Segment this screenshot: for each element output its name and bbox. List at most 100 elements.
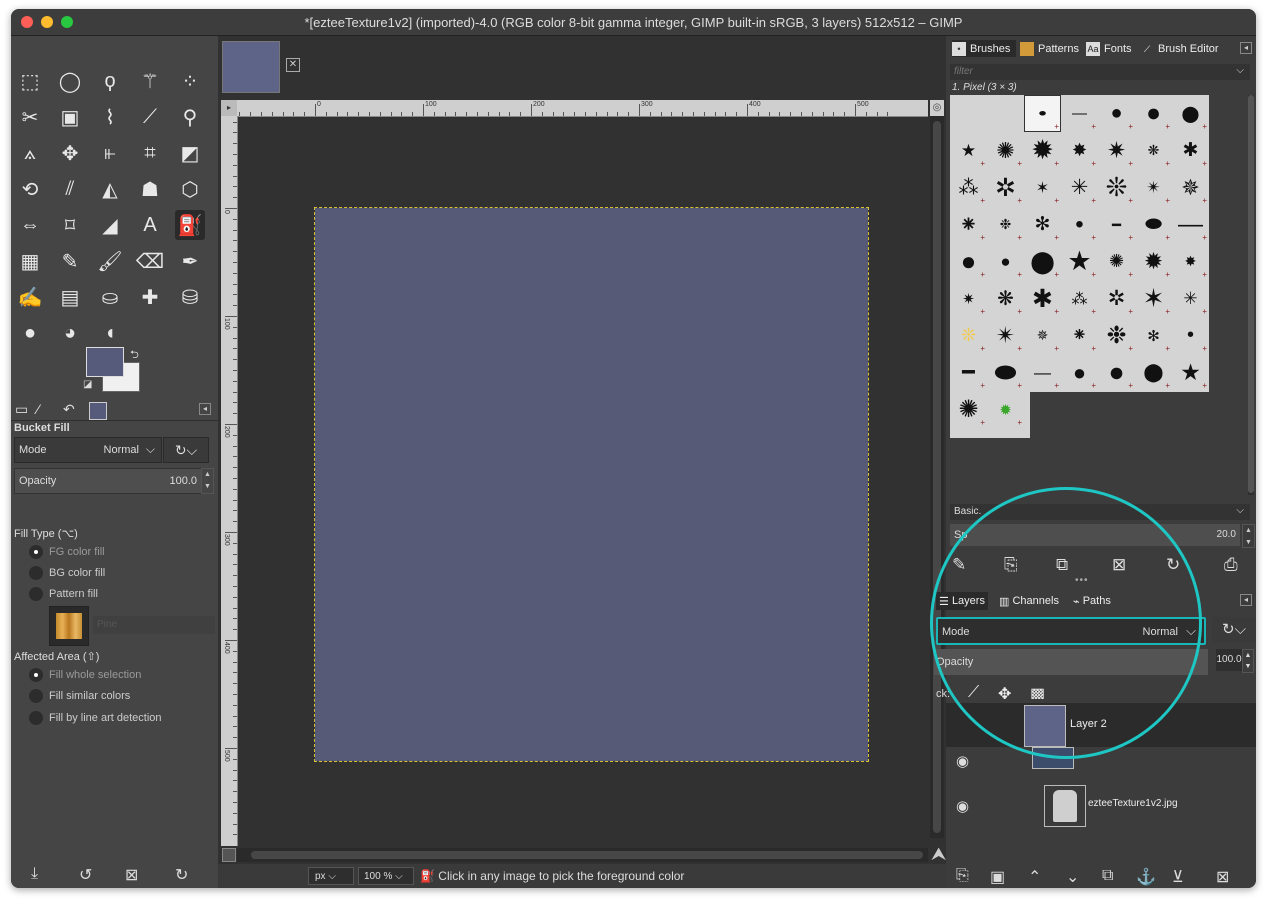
- horizontal-scrollbar[interactable]: [237, 848, 928, 862]
- brush-cell[interactable]: ❋ +: [1135, 132, 1172, 169]
- brush-cell[interactable]: ✷ +: [950, 280, 987, 317]
- brush-cell[interactable]: ✴ +: [987, 317, 1024, 354]
- brush-cell[interactable]: ⬬ +: [987, 354, 1024, 391]
- brush-cell[interactable]: — +: [1172, 206, 1209, 243]
- device-status-tab-icon[interactable]: ⁄: [37, 401, 39, 417]
- brush-cell[interactable]: ━ +: [950, 354, 987, 391]
- brushes-panel-menu-icon[interactable]: ◂: [1240, 42, 1252, 54]
- layer-row[interactable]: ◉ ezteeTexture1v2.jpg: [946, 783, 1256, 827]
- brush-cell[interactable]: ❉ +: [987, 206, 1024, 243]
- brush-cell[interactable]: ✵ +: [1172, 169, 1209, 206]
- delete-options-icon[interactable]: ⊠: [125, 865, 138, 885]
- save-options-icon[interactable]: ⤓: [31, 865, 38, 883]
- brush-cell[interactable]: ● +: [1061, 354, 1098, 391]
- mode-reset-button[interactable]: ↻⌵: [163, 437, 209, 463]
- brush-cell[interactable]: ✸ +: [1172, 243, 1209, 280]
- mode-dropdown[interactable]: Mode Normal ⌵: [14, 437, 162, 463]
- pattern-fill-radio[interactable]: [29, 587, 43, 601]
- horizontal-ruler[interactable]: 0 100 200 300 400 500: [237, 100, 928, 117]
- layer-mode-reset-button[interactable]: ↻⌵: [1212, 617, 1256, 643]
- airbrush-icon[interactable]: ✒: [175, 246, 205, 276]
- brush-cell[interactable]: ★ +: [950, 132, 987, 169]
- brush-cell[interactable]: ✺ +: [987, 132, 1024, 169]
- gradient-icon[interactable]: ▦: [15, 246, 45, 276]
- perspective-icon[interactable]: ◭: [95, 174, 125, 204]
- brush-grid[interactable]: ⬬ + — + ● + ● + ⬤ + ★ + ✺ + ✹ + ✸ + ✷ + ❋ + ✱ + ⁂ + ✲ + ✶ + ✳ + ❊ + ✴ + ✵ + ⁕ +…: [950, 95, 1209, 438]
- clone-icon[interactable]: ⛀: [95, 282, 125, 312]
- scissors-select-icon[interactable]: ✂: [15, 102, 45, 132]
- lower-layer-icon[interactable]: ⌄: [1066, 867, 1079, 887]
- brush-cell[interactable]: ✲ +: [1098, 280, 1135, 317]
- brush-cell[interactable]: ● +: [987, 243, 1024, 280]
- heal-icon[interactable]: ✚: [135, 282, 165, 312]
- free-select-icon[interactable]: ϙ: [95, 66, 125, 96]
- unit-dropdown[interactable]: px ⌵: [308, 867, 354, 885]
- unified-transform-icon[interactable]: ◩: [175, 138, 205, 168]
- brush-cell[interactable]: ✸ +: [1061, 132, 1098, 169]
- select-by-color-icon[interactable]: ⁘: [175, 66, 205, 96]
- anchor-layer-icon[interactable]: ⚓: [1136, 867, 1156, 887]
- zoom-dropdown[interactable]: 100 % ⌵: [358, 867, 414, 885]
- brush-cell[interactable]: ⬬ +: [1024, 95, 1061, 132]
- brush-cell[interactable]: ⁂ +: [950, 169, 987, 206]
- align-icon[interactable]: ⫦: [95, 138, 125, 168]
- smudge-icon[interactable]: ●: [15, 318, 45, 348]
- merge-layer-icon[interactable]: ⊻: [1172, 867, 1184, 887]
- perspective-clone-icon[interactable]: ⛁: [175, 282, 205, 312]
- delete-layer-icon[interactable]: ⊠: [1216, 867, 1229, 887]
- spacing-spinner[interactable]: ▲ ▼: [1242, 524, 1255, 548]
- brushes-scroll-thumb[interactable]: [1248, 95, 1254, 493]
- image-canvas[interactable]: [314, 207, 869, 762]
- brush-cell[interactable]: • +: [1172, 317, 1209, 354]
- color-picker-icon[interactable]: ⟋: [135, 102, 165, 132]
- brush-cell[interactable]: ✺ +: [1098, 243, 1135, 280]
- brush-cell[interactable]: ✻ +: [1024, 206, 1061, 243]
- vertical-scrollbar[interactable]: [930, 116, 944, 838]
- colors-tab-icon[interactable]: [89, 402, 107, 420]
- brush-cell[interactable]: — +: [1061, 95, 1098, 132]
- layer-opacity-spinner[interactable]: ▲ ▼: [1242, 649, 1254, 673]
- brush-cell[interactable]: ✲ +: [987, 169, 1024, 206]
- paths-icon[interactable]: ⌇: [95, 102, 125, 132]
- brush-cell[interactable]: ✴ +: [1135, 169, 1172, 206]
- bucket-fill-icon[interactable]: ⛽: [175, 210, 205, 240]
- fg-fill-radio[interactable]: [29, 545, 43, 559]
- brush-cell[interactable]: ● +: [1098, 95, 1135, 132]
- rotate-icon[interactable]: ⟲: [15, 174, 45, 204]
- brush-cell[interactable]: ━ +: [1098, 206, 1135, 243]
- tab-channels[interactable]: ▥ Channels: [996, 592, 1062, 610]
- brush-cell[interactable]: ● +: [1135, 95, 1172, 132]
- brush-cell[interactable]: ✷ +: [1098, 132, 1135, 169]
- brush-cell[interactable]: ❊ +: [1098, 169, 1135, 206]
- opacity-slider[interactable]: Opacity 100.0: [14, 468, 202, 494]
- eraser-icon[interactable]: ⌫: [135, 246, 165, 276]
- tab-paths[interactable]: ⌁ Paths: [1070, 592, 1114, 610]
- duplicate-brush-icon[interactable]: ⧉: [1056, 555, 1068, 575]
- brush-cell[interactable]: ● +: [1098, 354, 1135, 391]
- fill-similar-radio[interactable]: [29, 689, 43, 703]
- brush-cell[interactable]: [950, 95, 987, 132]
- navigate-icon[interactable]: ⮝: [931, 844, 946, 865]
- layer-opacity-slider[interactable]: Opacity: [934, 649, 1208, 675]
- layers-panel-menu-icon[interactable]: ◂: [1240, 594, 1252, 606]
- brush-cell[interactable]: ✳ +: [1172, 280, 1209, 317]
- refresh-brushes-icon[interactable]: ↻: [1166, 555, 1180, 575]
- fill-whole-radio[interactable]: [29, 668, 43, 682]
- brush-cell[interactable]: ⬤ +: [1135, 354, 1172, 391]
- flip-icon[interactable]: ⇔: [15, 210, 45, 240]
- pattern-preview[interactable]: [49, 606, 89, 646]
- new-layer-icon[interactable]: ⎘: [956, 867, 969, 885]
- new-brush-icon[interactable]: ⎘: [1004, 555, 1018, 575]
- brush-cell[interactable]: [987, 95, 1024, 132]
- brush-cell[interactable]: ✹ +: [1135, 243, 1172, 280]
- opacity-spinner[interactable]: ▲ ▼: [201, 468, 214, 494]
- foreground-color-top[interactable]: [86, 347, 124, 377]
- image-tab-thumbnail[interactable]: [222, 41, 280, 93]
- brush-cell[interactable]: ● +: [950, 243, 987, 280]
- brush-cell[interactable]: ✶ +: [1024, 169, 1061, 206]
- handle-transform-icon[interactable]: ◢: [95, 210, 125, 240]
- cage-transform-icon[interactable]: ⌑: [55, 210, 85, 240]
- brush-cell[interactable]: ✱ +: [1172, 132, 1209, 169]
- 3d-transform-icon[interactable]: ⬡: [175, 174, 205, 204]
- close-image-tab-icon[interactable]: ✕: [286, 58, 300, 72]
